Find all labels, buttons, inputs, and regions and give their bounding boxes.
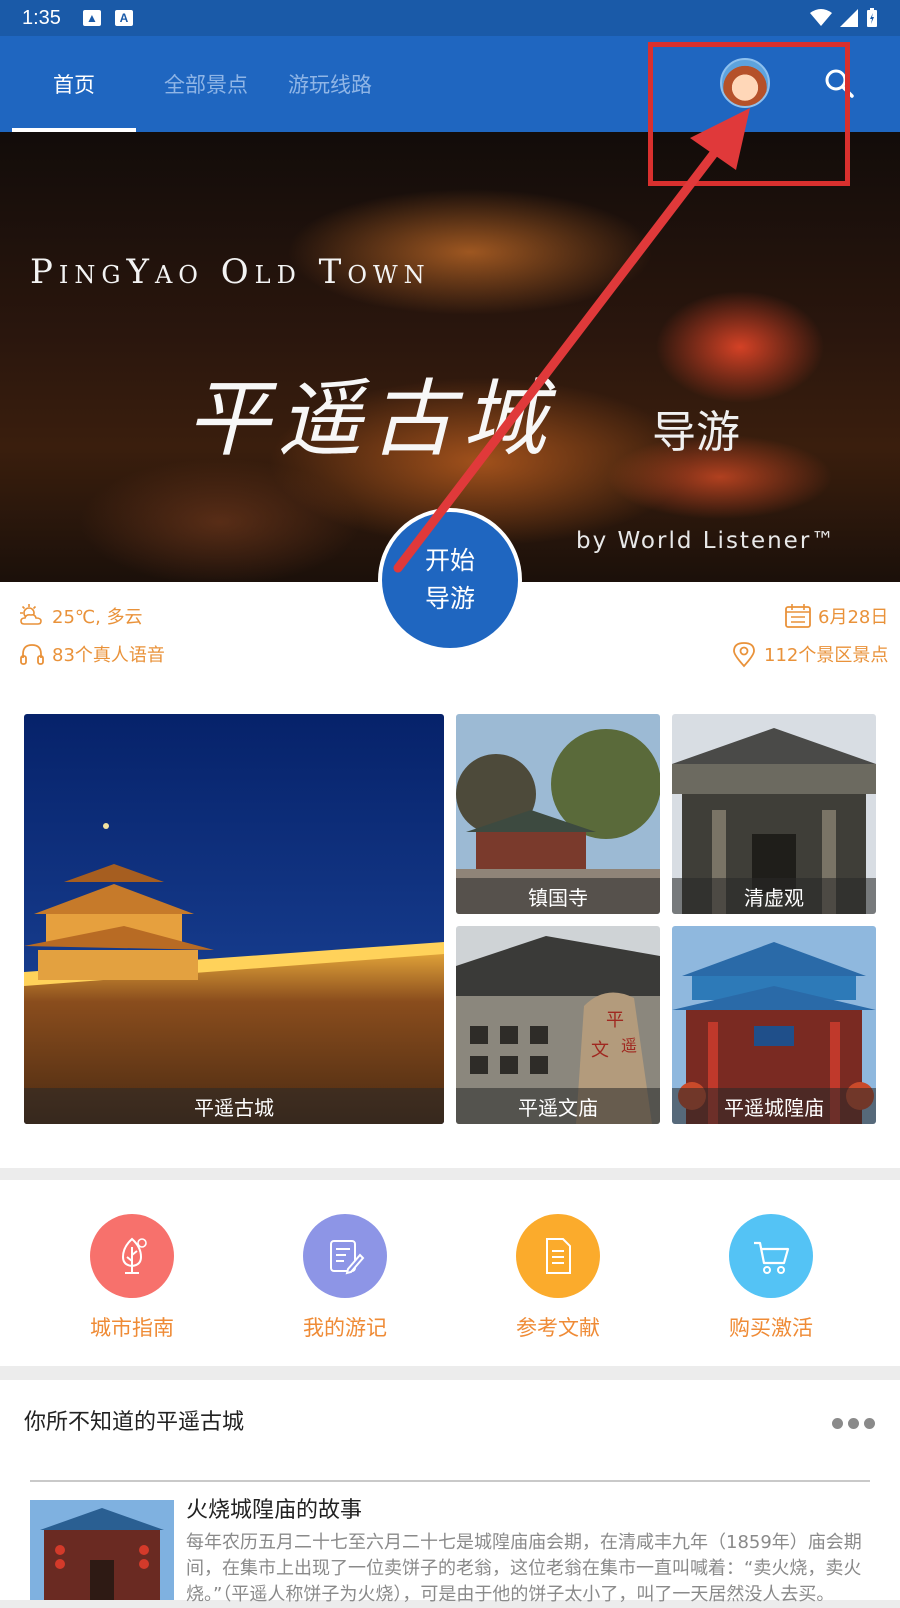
annotation-highlight-box — [648, 42, 850, 186]
menu-purchase-activate-label: 购买激活 — [729, 1316, 813, 1340]
menu-travel-notes[interactable]: 我的游记 — [265, 1214, 425, 1342]
attraction-tile-qingxu-temple[interactable]: 清虚观 — [672, 714, 876, 914]
date-text: 6月28日 — [818, 607, 889, 628]
attraction-photo — [24, 714, 444, 1124]
tab-home[interactable]: 首页 — [12, 36, 136, 132]
headphones-icon — [20, 644, 44, 665]
cart-icon — [729, 1214, 813, 1298]
start-guide-button[interactable]: 开始 导游 — [378, 508, 522, 652]
weather-info: 25℃, 多云 — [18, 602, 143, 630]
start-guide-label-line1: 开始 — [424, 546, 475, 575]
city-guide-icon — [90, 1214, 174, 1298]
attraction-name: 平遥文庙 — [456, 1088, 660, 1124]
did-you-know-section: 你所不知道的平遥古城 火烧城隍庙的故事 每年农历五月二十七至六月二十七是城隍庙庙… — [0, 1380, 900, 1605]
banner-subtitle: 导游 — [652, 407, 740, 458]
svg-text:遥: 遥 — [621, 1036, 637, 1055]
attraction-name: 镇国寺 — [456, 878, 660, 914]
status-bar: 1:35 ▲ A — [0, 0, 900, 36]
attraction-tile-pingyao-old-town[interactable]: 平遥古城 — [24, 714, 444, 1124]
voice-count-text: 83个真人语音 — [52, 645, 165, 666]
spots-count-text: 112个景区景点 — [764, 645, 889, 666]
divider — [30, 1480, 870, 1482]
status-time: 1:35 — [22, 6, 61, 29]
menu-city-guide[interactable]: 城市指南 — [52, 1214, 212, 1342]
date-info: 6月28日 — [784, 602, 888, 630]
tab-tour-routes[interactable]: 游玩线路 — [268, 36, 392, 132]
menu-purchase-activate[interactable]: 购买激活 — [691, 1214, 851, 1342]
overview-card: 25℃, 多云 83个真人语音 6月28日 112个景区景点 平遥古城 镇国寺 … — [0, 582, 900, 1168]
battery-icon — [867, 8, 877, 27]
document-icon — [516, 1214, 600, 1298]
attraction-name: 平遥古城 — [24, 1088, 444, 1124]
menu-references[interactable]: 参考文献 — [478, 1214, 638, 1342]
tab-all-attractions[interactable]: 全部景点 — [144, 36, 268, 132]
article-excerpt: 每年农历五月二十七至六月二十七是城隍庙庙会期，在清咸丰九年（1859年）庙会期间… — [186, 1532, 862, 1605]
attraction-name: 清虚观 — [672, 878, 876, 914]
menu-travel-notes-label: 我的游记 — [303, 1316, 387, 1340]
voice-info: 83个真人语音 — [18, 640, 165, 668]
menu-city-guide-label: 城市指南 — [90, 1316, 174, 1340]
image-notification-icon: ▲ — [82, 10, 101, 26]
calendar-icon — [785, 604, 811, 628]
attraction-tile-zhenguo-temple[interactable]: 镇国寺 — [456, 714, 660, 914]
cloud-sun-icon — [20, 604, 42, 625]
location-pin-icon — [733, 642, 755, 668]
banner-chinese-title: 平遥古城 — [186, 370, 555, 468]
menu-references-label: 参考文献 — [516, 1316, 600, 1340]
svg-text:文: 文 — [591, 1040, 609, 1061]
start-guide-label-line2: 导游 — [424, 584, 475, 613]
weather-text: 25℃, 多云 — [52, 607, 143, 628]
text-notification-icon: A — [114, 10, 133, 26]
signal-icon — [840, 9, 858, 27]
attraction-tile-confucian-temple[interactable]: 平 文 遥 平遥文庙 — [456, 926, 660, 1124]
banner-credit: by World Listener™ — [576, 528, 837, 554]
section-title: 你所不知道的平遥古城 — [24, 1410, 245, 1435]
attraction-tile-city-god-temple[interactable]: 平遥城隍庙 — [672, 926, 876, 1124]
function-menu: 城市指南 我的游记 参考文献 购买激活 — [0, 1180, 900, 1366]
article-thumbnail[interactable] — [30, 1500, 174, 1600]
attraction-name: 平遥城隍庙 — [672, 1088, 876, 1124]
travel-notes-icon — [303, 1214, 387, 1298]
svg-text:平: 平 — [606, 1010, 624, 1031]
more-options-icon[interactable] — [832, 1418, 875, 1429]
article-title[interactable]: 火烧城隍庙的故事 — [186, 1492, 362, 1524]
wifi-icon — [810, 9, 832, 26]
banner-english-title: PingYao Old Town — [30, 252, 431, 292]
spots-info: 112个景区景点 — [730, 640, 888, 668]
